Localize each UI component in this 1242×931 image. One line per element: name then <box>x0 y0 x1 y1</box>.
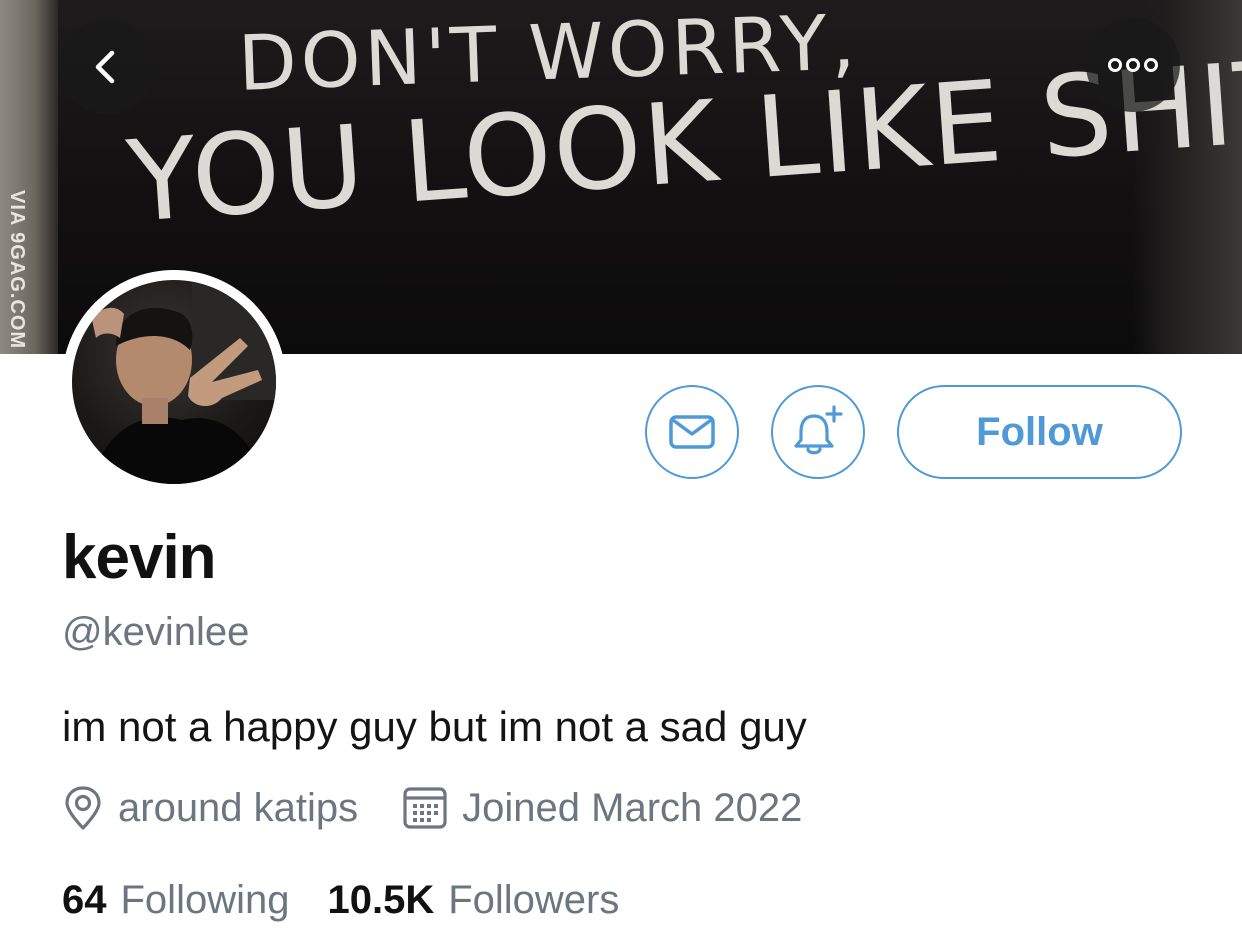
joined-text: Joined March 2022 <box>462 785 803 830</box>
mail-icon <box>669 415 715 449</box>
avatar-ring[interactable] <box>62 270 286 494</box>
more-options-button[interactable] <box>1086 18 1180 112</box>
follow-button[interactable]: Follow <box>897 385 1182 479</box>
following-label[interactable]: Following <box>121 878 290 923</box>
avatar[interactable] <box>72 280 276 484</box>
location-text: around katips <box>118 785 359 830</box>
notifications-button[interactable] <box>771 385 865 479</box>
calendar-icon <box>402 785 448 831</box>
followers-label[interactable]: Followers <box>448 878 619 923</box>
followers-count[interactable]: 10.5K <box>327 878 434 923</box>
joined-item: Joined March 2022 <box>402 785 802 831</box>
banner-watermark: VIA 9GAG.COM <box>6 190 28 350</box>
following-count[interactable]: 64 <box>62 878 107 923</box>
user-handle: @kevinlee <box>62 610 250 654</box>
location-item: around katips <box>62 785 358 831</box>
follow-stats: 64 Following 10.5K Followers <box>62 878 619 923</box>
profile-bio: im not a happy guy but im not a sad guy <box>62 703 807 750</box>
more-dots-icon <box>1108 58 1158 72</box>
avatar-photo <box>92 280 276 484</box>
location-pin-icon <box>62 785 104 831</box>
bell-plus-icon <box>794 405 843 455</box>
chevron-left-icon <box>95 50 115 84</box>
profile-meta: around katips Joined March 2022 <box>62 785 802 831</box>
display-name: kevin <box>62 523 217 592</box>
back-button[interactable] <box>60 20 154 114</box>
message-button[interactable] <box>645 385 739 479</box>
